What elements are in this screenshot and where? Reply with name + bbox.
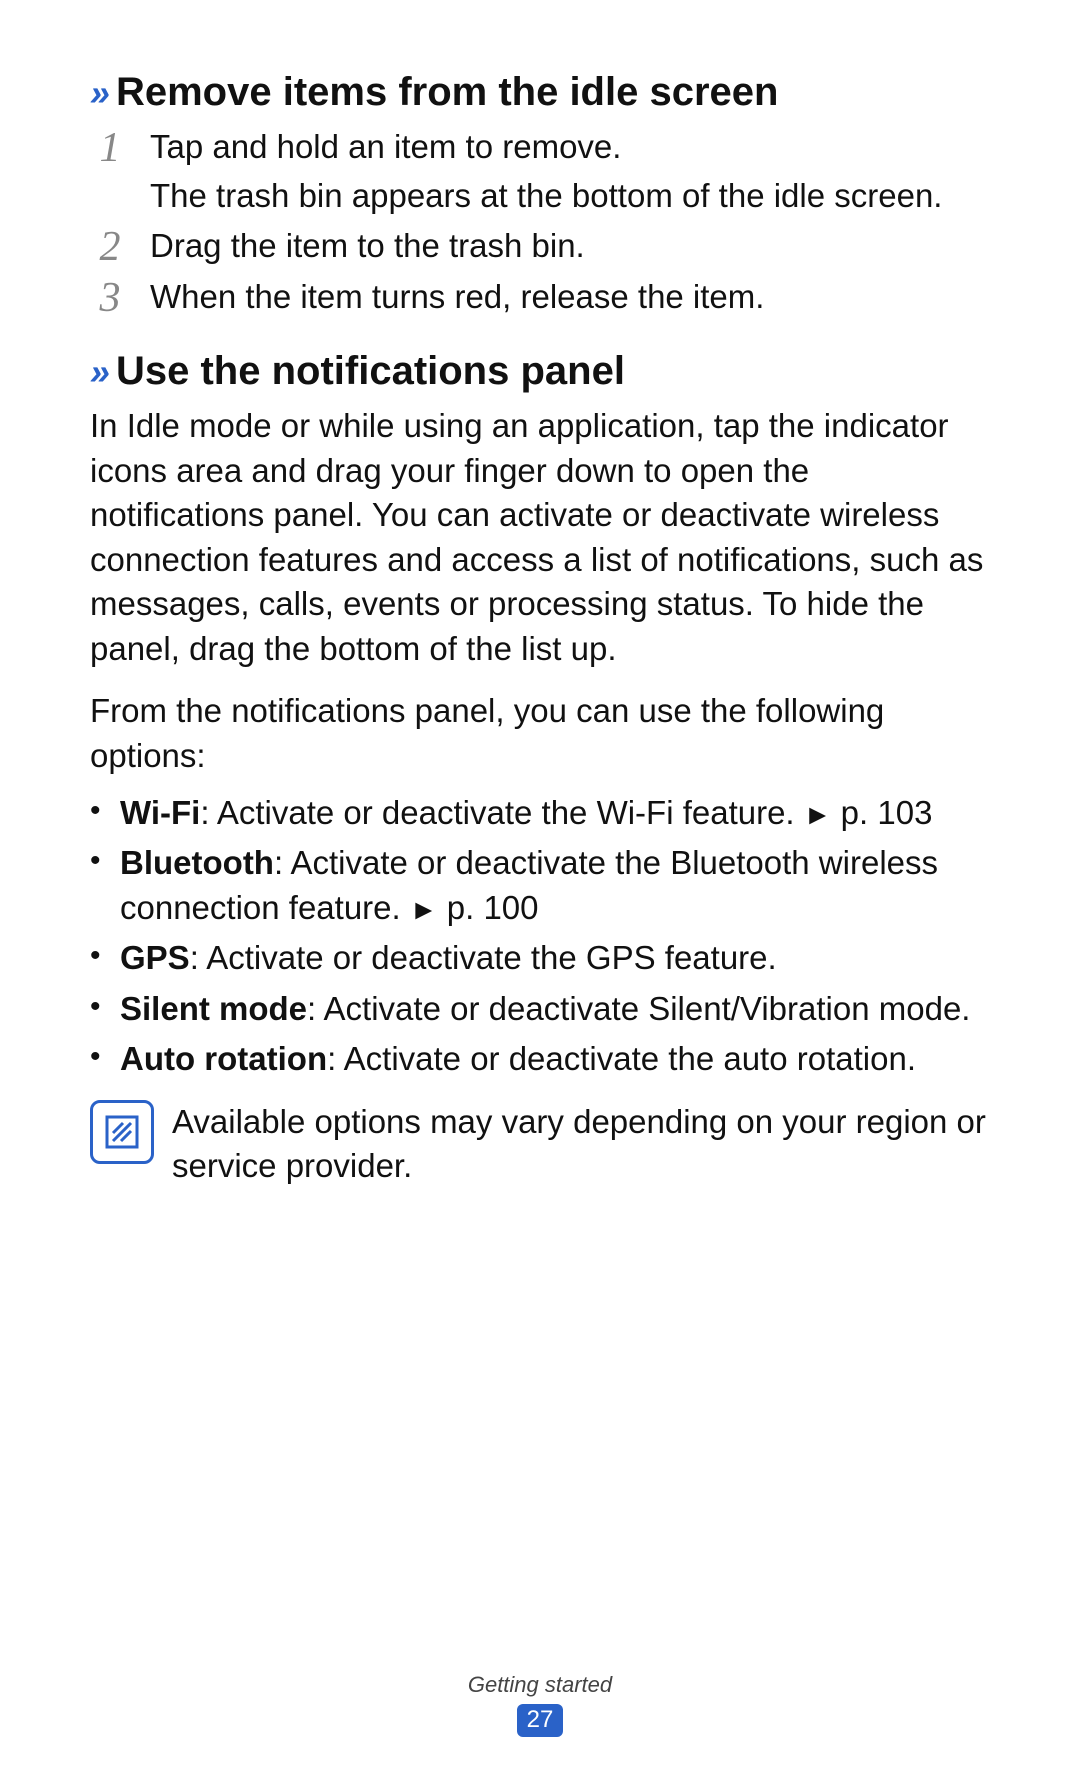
option-text: : Activate or deactivate the Wi-Fi featu…: [200, 794, 803, 831]
option-name: Wi-Fi: [120, 794, 200, 831]
note-block: Available options may vary depending on …: [90, 1100, 990, 1189]
heading-text: Remove items from the idle screen: [116, 70, 778, 115]
step-2: 2 Drag the item to the trash bin.: [90, 224, 990, 269]
page-footer: Getting started 27: [0, 1672, 1080, 1737]
step-1: 1 Tap and hold an item to remove. The tr…: [90, 125, 990, 218]
options-lead: From the notifications panel, you can us…: [90, 689, 990, 778]
option-wifi: Wi-Fi: Activate or deactivate the Wi-Fi …: [90, 791, 990, 836]
section-heading: ›› Remove items from the idle screen: [90, 70, 990, 115]
chevron-right-icon: ››: [90, 351, 106, 393]
option-gps: GPS: Activate or deactivate the GPS feat…: [90, 936, 990, 981]
note-icon: [90, 1100, 154, 1164]
option-auto-rotation: Auto rotation: Activate or deactivate th…: [90, 1037, 990, 1082]
option-name: Silent mode: [120, 990, 307, 1027]
section-remove-items: ›› Remove items from the idle screen 1 T…: [90, 70, 990, 319]
heading-text: Use the notifications panel: [116, 349, 625, 394]
option-name: Bluetooth: [120, 844, 274, 881]
options-list: Wi-Fi: Activate or deactivate the Wi-Fi …: [90, 791, 990, 1082]
option-name: Auto rotation: [120, 1040, 327, 1077]
step-number: 2: [90, 226, 130, 268]
chevron-right-icon: ››: [90, 72, 106, 114]
arrow-right-icon: ►: [804, 799, 832, 830]
option-name: GPS: [120, 939, 190, 976]
step-line: Drag the item to the trash bin.: [150, 227, 585, 264]
intro-paragraph: In Idle mode or while using an applicati…: [90, 404, 990, 671]
note-text: Available options may vary depending on …: [172, 1100, 990, 1189]
page-reference[interactable]: p. 100: [438, 889, 539, 926]
section-heading: ›› Use the notifications panel: [90, 349, 990, 394]
manual-page: ›› Remove items from the idle screen 1 T…: [0, 0, 1080, 1771]
arrow-right-icon: ►: [410, 894, 438, 925]
step-line: Tap and hold an item to remove.: [150, 128, 621, 165]
step-3: 3 When the item turns red, release the i…: [90, 275, 990, 320]
footer-section-label: Getting started: [0, 1672, 1080, 1698]
step-number: 3: [90, 277, 130, 319]
page-reference[interactable]: p. 103: [832, 794, 933, 831]
option-silent-mode: Silent mode: Activate or deactivate Sile…: [90, 987, 990, 1032]
option-text: : Activate or deactivate Silent/Vibratio…: [307, 990, 970, 1027]
step-line: When the item turns red, release the ite…: [150, 278, 764, 315]
option-text: : Activate or deactivate the auto rotati…: [327, 1040, 916, 1077]
option-bluetooth: Bluetooth: Activate or deactivate the Bl…: [90, 841, 990, 930]
section-notifications-panel: ›› Use the notifications panel In Idle m…: [90, 349, 990, 1189]
step-number: 1: [90, 127, 130, 169]
step-body: Drag the item to the trash bin.: [150, 224, 990, 269]
option-text: : Activate or deactivate the GPS feature…: [190, 939, 777, 976]
step-body: When the item turns red, release the ite…: [150, 275, 990, 320]
step-line: The trash bin appears at the bottom of t…: [150, 174, 990, 219]
step-body: Tap and hold an item to remove. The tras…: [150, 125, 990, 218]
page-number-badge: 27: [517, 1704, 564, 1737]
